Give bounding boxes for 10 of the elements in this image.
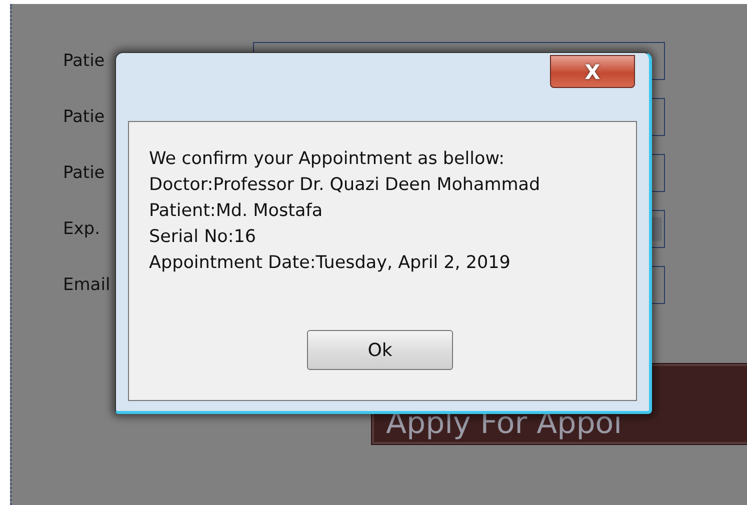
field-label: Exp. (63, 219, 100, 239)
message-line: Serial No:16 (149, 226, 258, 249)
message-line: Appointment Date:Tuesday, April 2, 2019 (149, 252, 512, 275)
field-label: Patie (63, 107, 105, 127)
message-line: We confirm your Appointment as bellow: (149, 148, 506, 171)
field-label: Email (63, 275, 110, 295)
message-line: Doctor:Professor Dr. Quazi Deen Mohammad (149, 174, 542, 197)
field-label: Patie (63, 163, 105, 183)
message-line: Patient:Md. Mostafa (149, 200, 324, 223)
field-label: Patie (63, 51, 105, 71)
